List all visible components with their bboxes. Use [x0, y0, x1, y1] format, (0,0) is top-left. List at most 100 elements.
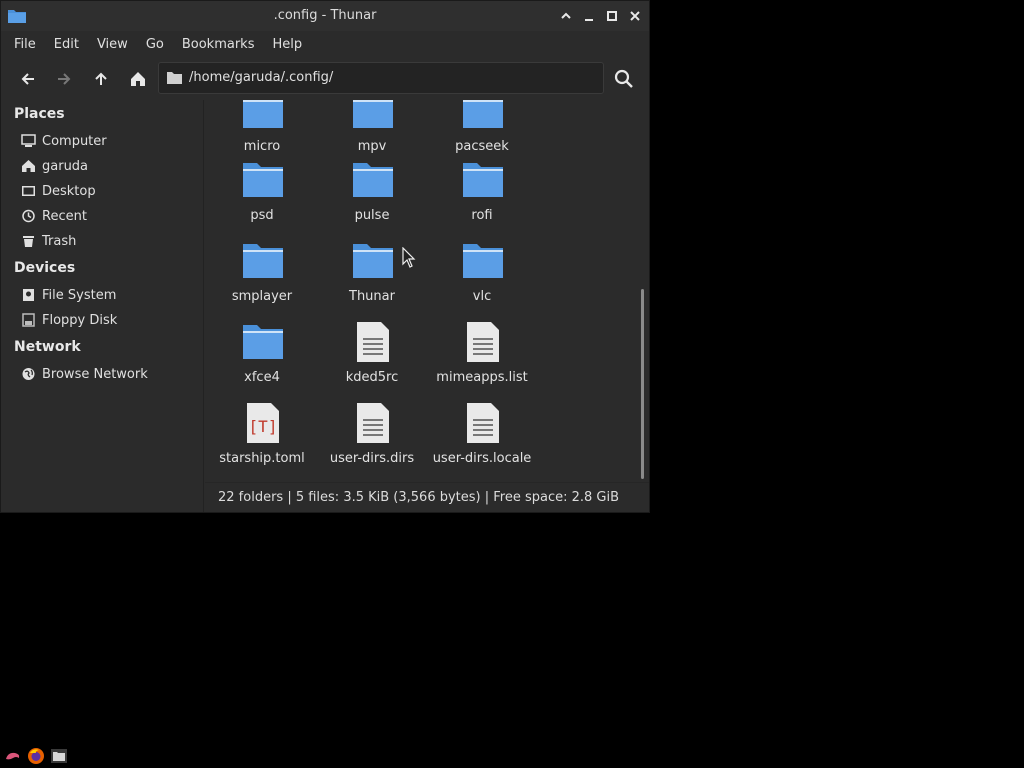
computer-icon: [21, 134, 36, 147]
menu-view[interactable]: View: [88, 37, 137, 52]
file-item[interactable]: user-dirs.dirs: [317, 402, 427, 481]
menu-file[interactable]: File: [1, 37, 45, 52]
thunar-window: .config - Thunar File Edit View Go Bookm…: [0, 0, 650, 513]
firefox-icon[interactable]: [27, 747, 45, 765]
file-item[interactable]: psd: [207, 159, 317, 239]
places-heading: Places: [14, 106, 65, 122]
sidebar-item-label: Trash: [42, 234, 77, 249]
sidebar-item-label: Desktop: [42, 184, 96, 199]
folder-icon: [167, 72, 182, 84]
folder-icon: [353, 100, 393, 128]
sidebar-item-label: Computer: [42, 134, 107, 149]
file-name: mpv: [357, 139, 387, 154]
folder-icon: [353, 244, 393, 278]
network-icon: [22, 368, 35, 380]
file-name: pacseek: [455, 139, 509, 154]
sidebar-item-label: File System: [42, 288, 117, 303]
sidebar-item-computer[interactable]: Computer: [21, 132, 191, 152]
toolbar: /home/garuda/.config/: [1, 59, 649, 99]
sidebar-item-floppy-disk[interactable]: Floppy Disk: [21, 311, 191, 331]
svg-text:[T]: [T]: [249, 417, 278, 436]
recent-icon: [22, 209, 35, 223]
mouse-cursor-icon: [402, 247, 416, 268]
file-item[interactable]: user-dirs.locale: [427, 402, 537, 481]
trash-icon: [23, 236, 34, 247]
sidebar-item-label: garuda: [42, 159, 89, 174]
menu-bookmarks[interactable]: Bookmarks: [173, 37, 264, 52]
text-document-icon: [T]: [247, 403, 279, 443]
file-name: mimeapps.list: [436, 370, 528, 385]
file-name: rofi: [471, 208, 493, 223]
sidebar-item-browse-network[interactable]: Browse Network: [21, 365, 191, 385]
file-name: user-dirs.locale: [432, 451, 532, 466]
sidebar: Places Computer garuda Desktop Recent Tr…: [1, 100, 204, 512]
file-manager-taskbar-icon[interactable]: [50, 747, 68, 765]
file-view[interactable]: micro mpv pacseek psd pulse rofi smplayer Thuna…: [205, 100, 649, 481]
floppy-icon: [22, 313, 35, 327]
folder-icon: [463, 163, 503, 197]
sidebar-item-file-system[interactable]: File System: [21, 286, 191, 306]
sidebar-item-recent[interactable]: Recent: [21, 207, 191, 227]
file-item[interactable]: kded5rc: [317, 321, 427, 401]
file-name: kded5rc: [345, 370, 399, 385]
minimize-icon[interactable]: [581, 8, 597, 24]
file-name: xfce4: [244, 370, 280, 385]
maximize-icon[interactable]: [604, 8, 620, 24]
close-icon[interactable]: [627, 8, 643, 24]
location-bar[interactable]: /home/garuda/.config/: [158, 62, 604, 94]
file-item[interactable]: xfce4: [207, 321, 317, 401]
sidebar-item-desktop[interactable]: Desktop: [21, 182, 191, 202]
file-item[interactable]: mimeapps.list: [427, 321, 537, 401]
file-item[interactable]: rofi: [427, 159, 537, 239]
file-item[interactable]: vlc: [427, 240, 537, 320]
menu-edit[interactable]: Edit: [45, 37, 88, 52]
text-file-icon: [467, 403, 499, 443]
forward-arrow-icon[interactable]: [52, 67, 76, 91]
file-name: vlc: [472, 289, 492, 304]
file-name: starship.toml: [219, 451, 305, 466]
title-bar[interactable]: .config - Thunar: [1, 1, 649, 31]
maximize-up-icon[interactable]: [558, 8, 574, 24]
location-path: /home/garuda/.config/: [189, 70, 334, 85]
sidebar-item-label: Browse Network: [42, 367, 148, 382]
folder-icon: [353, 163, 393, 197]
devices-heading: Devices: [14, 260, 76, 276]
text-file-icon: [357, 322, 389, 362]
file-item[interactable]: [T] starship.toml: [207, 402, 317, 481]
sidebar-item-garuda[interactable]: garuda: [21, 157, 191, 177]
search-icon[interactable]: [612, 67, 636, 91]
menu-help[interactable]: Help: [263, 37, 311, 52]
file-name: smplayer: [231, 289, 293, 304]
folder-icon: [243, 100, 283, 128]
folder-icon: [243, 163, 283, 197]
file-name: pulse: [354, 208, 390, 223]
desktop-icon: [22, 186, 35, 196]
file-name: micro: [243, 139, 281, 154]
text-file-icon: [357, 403, 389, 443]
file-item[interactable]: smplayer: [207, 240, 317, 320]
drive-icon: [23, 289, 34, 301]
file-name: psd: [250, 208, 274, 223]
file-item[interactable]: pulse: [317, 159, 427, 239]
garuda-menu-icon[interactable]: [4, 747, 22, 765]
file-name: user-dirs.dirs: [329, 451, 415, 466]
folder-icon: [463, 244, 503, 278]
vertical-scrollbar[interactable]: [641, 289, 644, 479]
folder-icon: [463, 100, 503, 128]
sidebar-item-label: Floppy Disk: [42, 313, 118, 328]
back-arrow-icon[interactable]: [16, 67, 40, 91]
home-icon[interactable]: [126, 67, 150, 91]
text-file-icon: [467, 322, 499, 362]
status-bar: 22 folders | 5 files: 3.5 KiB (3,566 byt…: [205, 482, 649, 513]
menu-bar: File Edit View Go Bookmarks Help: [1, 31, 649, 57]
window-title: .config - Thunar: [273, 8, 377, 23]
folder-icon: [243, 244, 283, 278]
folder-icon: [243, 325, 283, 359]
up-arrow-icon[interactable]: [89, 67, 113, 91]
sidebar-item-label: Recent: [42, 209, 87, 224]
sidebar-item-trash[interactable]: Trash: [21, 232, 191, 252]
menu-go[interactable]: Go: [137, 37, 173, 52]
network-heading: Network: [14, 339, 81, 355]
file-name: Thunar: [349, 289, 395, 304]
status-text: 22 folders | 5 files: 3.5 KiB (3,566 byt…: [218, 490, 620, 505]
